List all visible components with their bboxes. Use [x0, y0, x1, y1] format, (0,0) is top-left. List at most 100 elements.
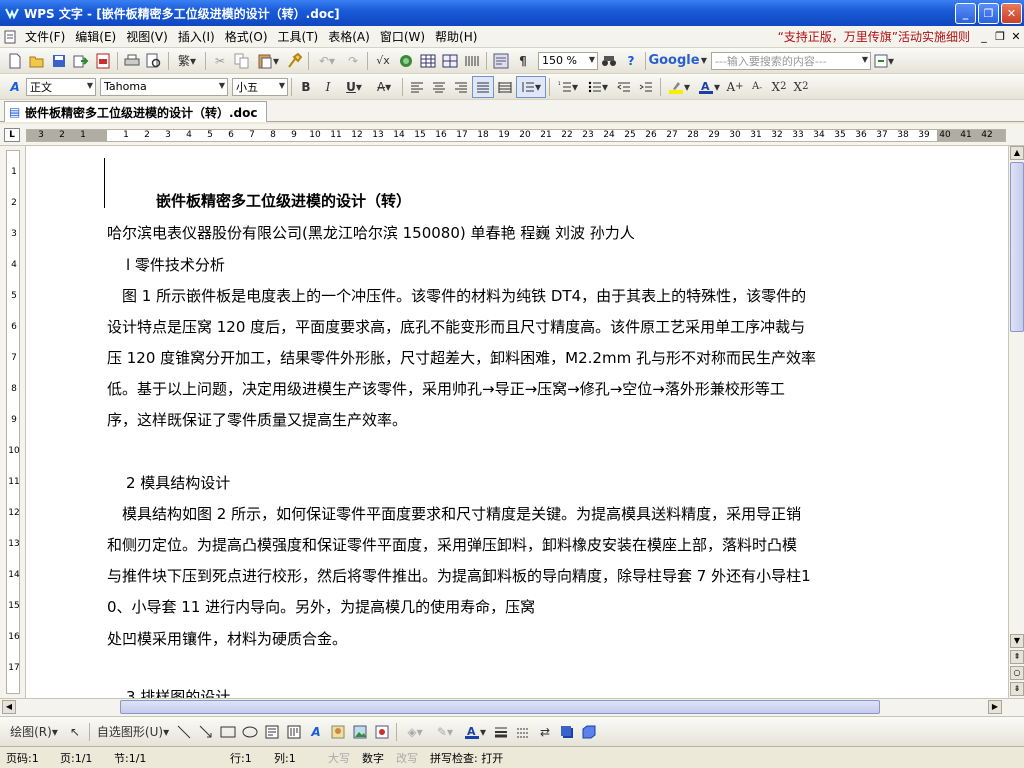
scroll-up-button[interactable]: ▲ [1010, 146, 1024, 160]
draw-menu[interactable]: 绘图(R) ▾ [4, 721, 64, 743]
style-combo[interactable]: 正文 ▼ [26, 77, 96, 96]
grow-font-icon[interactable]: A + [724, 76, 746, 98]
wordart-icon[interactable]: A [305, 721, 327, 743]
textbox-icon[interactable] [261, 721, 283, 743]
scroll-left-button[interactable]: ◀ [2, 700, 16, 714]
document-page[interactable]: 嵌件板精密多工位级进模的设计（转） 哈尔滨电表仪器股份有限公司(黑龙江哈尔滨 1… [26, 146, 1008, 698]
clipart-icon[interactable] [327, 721, 349, 743]
fill-color-icon[interactable]: ◈▾ [400, 721, 430, 743]
doc-minimize-button[interactable]: _ [976, 30, 992, 43]
format-painter-icon[interactable] [283, 50, 305, 72]
vertical-textbox-icon[interactable] [283, 721, 305, 743]
copy-icon[interactable] [231, 50, 253, 72]
bullets-icon[interactable]: ▾ [583, 76, 613, 98]
text-effect-icon[interactable]: A̶▾ [369, 76, 399, 98]
picture-icon[interactable] [349, 721, 371, 743]
tab-stop-selector[interactable]: L [4, 128, 20, 142]
font-color-icon[interactable]: A ▾ [694, 76, 724, 98]
menu-tools[interactable]: 工具(T) [273, 28, 324, 45]
horizontal-ruler[interactable]: L 3 2 1 1 2 3 4 5 6 7 8 9 10 11 12 13 14 15 16 17 18 19 20 21 22… [0, 124, 1024, 146]
menu-table[interactable]: 表格(A) [323, 28, 375, 45]
help-icon[interactable]: ? [620, 50, 642, 72]
numbering-icon[interactable]: 1 ▾ [553, 76, 583, 98]
find-icon[interactable] [598, 50, 620, 72]
tab-document[interactable]: ▤ 嵌件板精密多工位级进模的设计（转）.doc [4, 101, 267, 122]
columns-icon[interactable] [461, 50, 483, 72]
draw-font-color-icon[interactable]: A ▾ [460, 721, 490, 743]
search-input[interactable]: ---输入要搜索的内容--- ▼ [711, 51, 871, 70]
autoshape-menu[interactable]: 自选图形(U) ▾ [93, 721, 173, 743]
new-icon[interactable] [4, 50, 26, 72]
paste-icon[interactable]: ▾ [253, 50, 283, 72]
print-preview-icon[interactable] [143, 50, 165, 72]
shadow-icon[interactable] [556, 721, 578, 743]
highlight-icon[interactable]: ▾ [664, 76, 694, 98]
close-button[interactable]: ✕ [1001, 2, 1022, 24]
distributed-icon[interactable] [494, 76, 516, 98]
minimize-button[interactable]: _ [955, 2, 976, 24]
menu-insert[interactable]: 插入(I) [173, 28, 220, 45]
dash-style-icon[interactable] [512, 721, 534, 743]
undo-icon[interactable]: ↶▾ [312, 50, 342, 72]
zoom-combo[interactable]: 150 % ▼ [538, 51, 598, 70]
save-icon[interactable] [48, 50, 70, 72]
next-page-button[interactable]: ⇟ [1010, 682, 1024, 696]
pdf-icon[interactable] [92, 50, 114, 72]
line-style-icon[interactable] [490, 721, 512, 743]
search-button[interactable]: ▾ [871, 50, 897, 72]
promo-link[interactable]: “支持正版，万里传旗”活动实施细则 [778, 28, 976, 45]
menu-format[interactable]: 格式(O) [220, 28, 273, 45]
line-icon[interactable] [173, 721, 195, 743]
vertical-scroll-thumb[interactable] [1010, 162, 1024, 332]
underline-icon[interactable]: U ▾ [339, 76, 369, 98]
menu-help[interactable]: 帮助(H) [430, 28, 482, 45]
align-left-icon[interactable] [406, 76, 428, 98]
increase-indent-icon[interactable] [635, 76, 657, 98]
ruler-strip[interactable]: 3 2 1 1 2 3 4 5 6 7 8 9 10 11 12 13 14 15 16 17 18 19 20 21 22 23… [26, 129, 1006, 142]
redo-icon[interactable]: ↷ [342, 50, 364, 72]
draw-table-icon[interactable] [439, 50, 461, 72]
vertical-ruler[interactable]: 1 2 3 4 5 6 7 8 9 10 11 12 13 14 15 16 17 [0, 146, 26, 698]
font-combo[interactable]: Tahoma ▼ [100, 77, 228, 96]
doc-restore-button[interactable]: ❐ [992, 30, 1008, 43]
3d-icon[interactable] [578, 721, 600, 743]
superscript-icon[interactable]: X2 [768, 76, 790, 98]
export-icon[interactable] [70, 50, 92, 72]
status-spellcheck[interactable]: 拼写检查: 打开 [424, 750, 509, 766]
chevron-down-icon[interactable]: ▼ [699, 50, 709, 72]
justify-icon[interactable] [472, 75, 494, 98]
vertical-scrollbar[interactable]: ▲ ▼ ⇞ ○ ⇟ [1008, 146, 1024, 698]
arrow-icon[interactable] [195, 721, 217, 743]
diagram-icon[interactable] [371, 721, 393, 743]
styles-icon[interactable]: A [4, 76, 26, 98]
doc-close-button[interactable]: ✕ [1008, 30, 1024, 43]
select-browse-object-button[interactable]: ○ [1010, 666, 1024, 680]
restore-button[interactable]: ❐ [978, 2, 999, 24]
arrow-style-icon[interactable]: ⇄ [534, 721, 556, 743]
subscript-icon[interactable]: X2 [790, 76, 812, 98]
cut-icon[interactable]: ✂ [209, 50, 231, 72]
align-right-icon[interactable] [450, 76, 472, 98]
traditional-chinese-icon[interactable]: 繁▾ [172, 50, 202, 72]
oval-icon[interactable] [239, 721, 261, 743]
show-marks-icon[interactable]: ¶ [512, 50, 534, 72]
vertical-ruler-strip[interactable]: 1 2 3 4 5 6 7 8 9 10 11 12 13 14 15 16 17 [6, 150, 20, 694]
previous-page-button[interactable]: ⇞ [1010, 650, 1024, 664]
horizontal-scrollbar[interactable]: ◀ ▶ [0, 698, 1024, 716]
print-icon[interactable] [121, 50, 143, 72]
hyperlink-icon[interactable] [395, 50, 417, 72]
line-spacing-icon[interactable]: ▾ [516, 75, 546, 98]
menu-edit[interactable]: 编辑(E) [70, 28, 121, 45]
shrink-font-icon[interactable]: A- [746, 76, 768, 98]
scroll-right-button[interactable]: ▶ [988, 700, 1002, 714]
table-icon[interactable] [417, 50, 439, 72]
open-icon[interactable] [26, 50, 48, 72]
horizontal-scroll-thumb[interactable] [120, 700, 880, 714]
align-center-icon[interactable] [428, 76, 450, 98]
document-map-icon[interactable] [490, 50, 512, 72]
bold-icon[interactable]: B [295, 76, 317, 98]
rectangle-icon[interactable] [217, 721, 239, 743]
menu-window[interactable]: 窗口(W) [375, 28, 430, 45]
formula-icon[interactable]: √x [371, 50, 395, 72]
doc-menu-icon[interactable] [0, 26, 20, 48]
